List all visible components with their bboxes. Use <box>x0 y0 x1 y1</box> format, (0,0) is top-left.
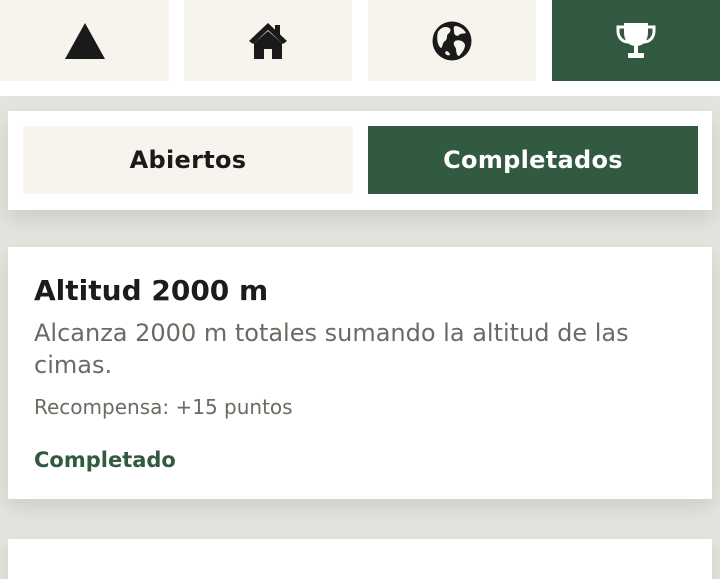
achievement-card[interactable]: Altitud 2000 m Alcanza 2000 m totales su… <box>8 247 712 499</box>
completed-filter-button[interactable]: Completados <box>368 126 698 194</box>
mountain-icon <box>64 22 105 59</box>
achievement-status: Completado <box>34 448 176 472</box>
nav-tab-peaks[interactable] <box>0 0 169 81</box>
nav-tab-achievements[interactable] <box>552 0 720 81</box>
achievement-title: Altitud 2000 m <box>34 274 269 307</box>
top-navigation-bar <box>0 0 720 96</box>
open-filter-button[interactable]: Abiertos <box>23 126 353 194</box>
trophy-icon <box>616 22 656 58</box>
achievement-reward: Recompensa: +15 puntos <box>34 395 293 419</box>
achievement-card-partial[interactable] <box>8 539 712 579</box>
nav-tab-home[interactable] <box>184 0 352 81</box>
nav-tab-world[interactable] <box>368 0 536 81</box>
status-filter: Abiertos Completados <box>8 111 712 210</box>
home-icon <box>249 22 287 59</box>
achievement-description: Alcanza 2000 m totales sumando la altitu… <box>34 319 629 379</box>
globe-icon <box>432 21 472 60</box>
